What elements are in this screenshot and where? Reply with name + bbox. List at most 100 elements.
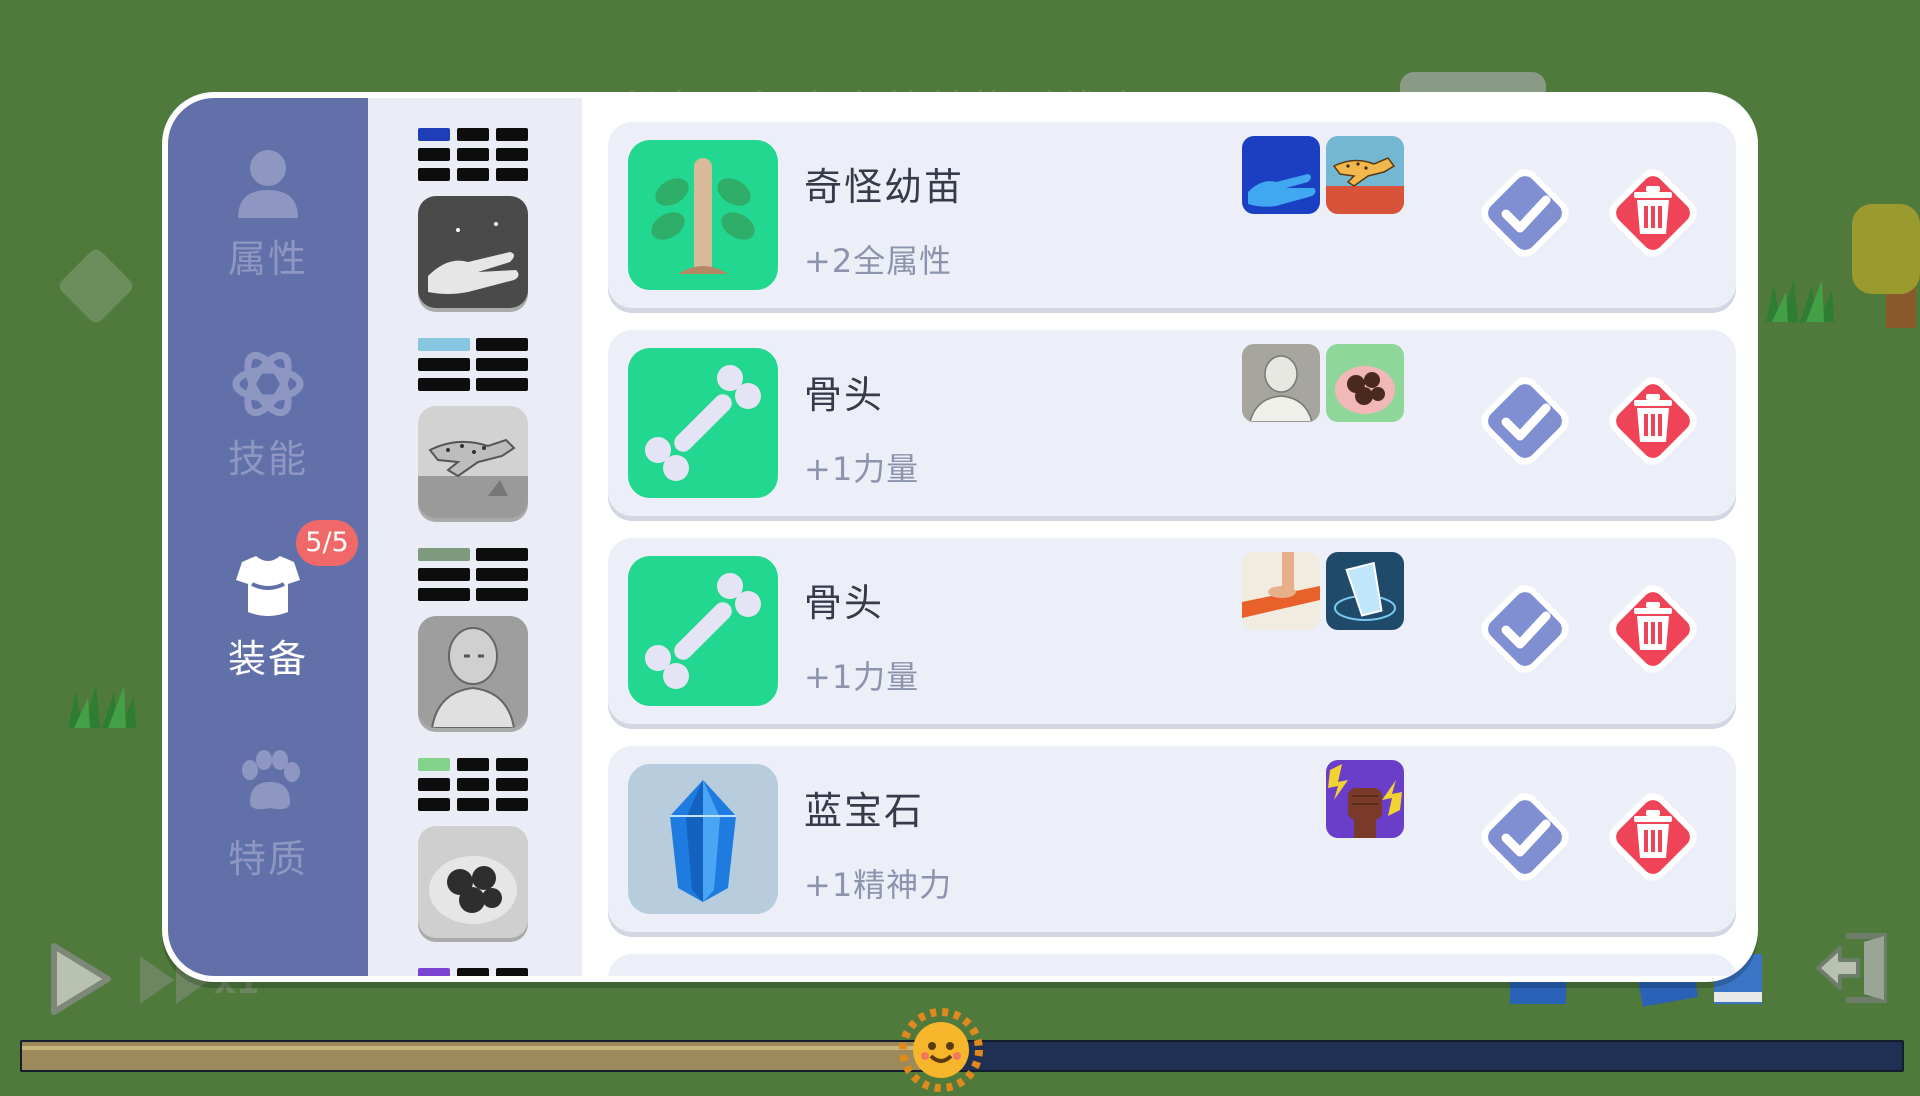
slot-cell [418,798,450,811]
slot-indicator-grid [418,758,528,818]
slot-cell [457,968,489,976]
cheetah-icon [418,438,528,518]
slot-cell [496,758,528,771]
moon-hand-icon [428,216,519,294]
equipment-row: 蓝宝石 +1精神力 [608,746,1736,932]
statue-icon [1242,344,1320,422]
slot-indicator-grid [418,338,528,398]
tree-icon [1852,204,1920,328]
slot-cell [476,548,528,561]
slot-card-statue[interactable] [418,616,528,728]
slot-card-coal[interactable] [418,826,528,938]
equipment-slots [368,98,582,976]
slot-cell [457,168,489,181]
lightning-fist-icon [1326,760,1404,838]
slot-cell [496,148,528,161]
delete-button[interactable] [1598,158,1708,268]
slot-cell-color-4 [418,758,450,771]
slot-cell [457,758,489,771]
equipment-row: 奇怪幼苗 +2全属性 [608,122,1736,308]
sapling-icon [651,158,755,274]
nav-item-attributes[interactable]: 属性 [168,144,368,324]
slot-cell [418,148,450,161]
slot-cell [476,378,528,391]
slot-cell [418,358,470,371]
side-nav: 属性 技能 5/5 装备 特质 [168,98,368,976]
item-name: 蓝宝石 [804,789,925,833]
sun-icon [899,1008,984,1092]
slot-cell [418,168,450,181]
coal-icon [429,856,517,924]
item-tile [628,764,778,914]
day-timeline-highlight [22,1046,944,1050]
equipment-row: 骨头 +1力量 [608,330,1736,516]
slot-cell [496,778,528,791]
nav-label: 技能 [227,437,308,481]
atom-icon [232,351,304,417]
item-name: 骨头 [804,581,885,625]
statue-icon [430,627,516,728]
slot-cell [418,378,470,391]
play-button[interactable] [48,940,114,1018]
nav-item-equipment[interactable]: 5/5 装备 [168,520,368,724]
background-diamond-marker [56,246,136,326]
slot-cell [457,128,489,141]
equip-button[interactable] [1470,574,1580,684]
delete-button[interactable] [1598,574,1708,684]
moon-hand-icon [1242,136,1320,214]
equip-button[interactable] [1470,366,1580,476]
item-effect: +1力量 [804,658,920,696]
grass-tuft-icon [68,684,136,728]
equipment-panel: 属性 技能 5/5 装备 特质 奇怪幼苗 +2全属性 骨头 +1力量 骨头 +1… [162,92,1758,982]
person-icon [238,150,298,218]
slot-cell-color-3 [418,548,470,561]
equipment-list: 奇怪幼苗 +2全属性 骨头 +1力量 骨头 +1力量 蓝宝石 +1精神力 [582,98,1758,976]
item-tile [628,556,778,706]
slot-cell-color-5 [418,968,450,976]
slot-cell [457,798,489,811]
water-glass-icon [1326,552,1404,630]
armor-icon [236,556,300,616]
slot-cell [418,778,450,791]
slot-cell [476,338,528,351]
slot-cell [496,798,528,811]
nav-label: 属性 [227,237,308,281]
bone-icon [645,573,761,689]
slot-cell [418,568,470,581]
exit-icon[interactable] [1812,930,1892,1006]
item-tile [628,140,778,290]
item-tile [628,348,778,498]
slot-cell [418,588,470,601]
nav-item-skills[interactable]: 技能 [168,344,368,524]
equipment-row: 骨头 +1力量 [608,538,1736,724]
item-name: 奇怪幼苗 [804,165,965,209]
slot-group [418,338,528,518]
delete-button[interactable] [1598,366,1708,476]
slot-group [418,128,528,308]
coal-icon [1326,344,1404,422]
slot-indicator-grid [418,128,528,188]
equip-button[interactable] [1470,158,1580,268]
item-effect: +1精神力 [804,866,953,904]
item-name: 骨头 [804,373,885,417]
equip-button[interactable] [1470,782,1580,892]
slot-cell [496,128,528,141]
delete-button[interactable] [1598,782,1708,892]
item-effect: +2全属性 [804,242,953,280]
slot-cell [496,168,528,181]
cheetah-icon [1326,136,1404,214]
slot-cell [457,778,489,791]
nav-label: 装备 [227,637,308,681]
slot-card-moon-hand[interactable] [418,196,528,308]
slot-cell [476,588,528,601]
slot-indicator-grid [418,968,528,976]
slot-group [418,758,528,938]
slot-cell-color-2 [418,338,470,351]
slot-card-cheetah[interactable] [418,406,528,518]
grass-tuft-icon [1766,278,1834,322]
slot-group [418,968,528,976]
nav-item-traits[interactable]: 特质 [168,744,368,924]
slot-group [418,548,528,728]
nav-label: 特质 [227,837,308,881]
slot-indicator-grid [418,548,528,608]
